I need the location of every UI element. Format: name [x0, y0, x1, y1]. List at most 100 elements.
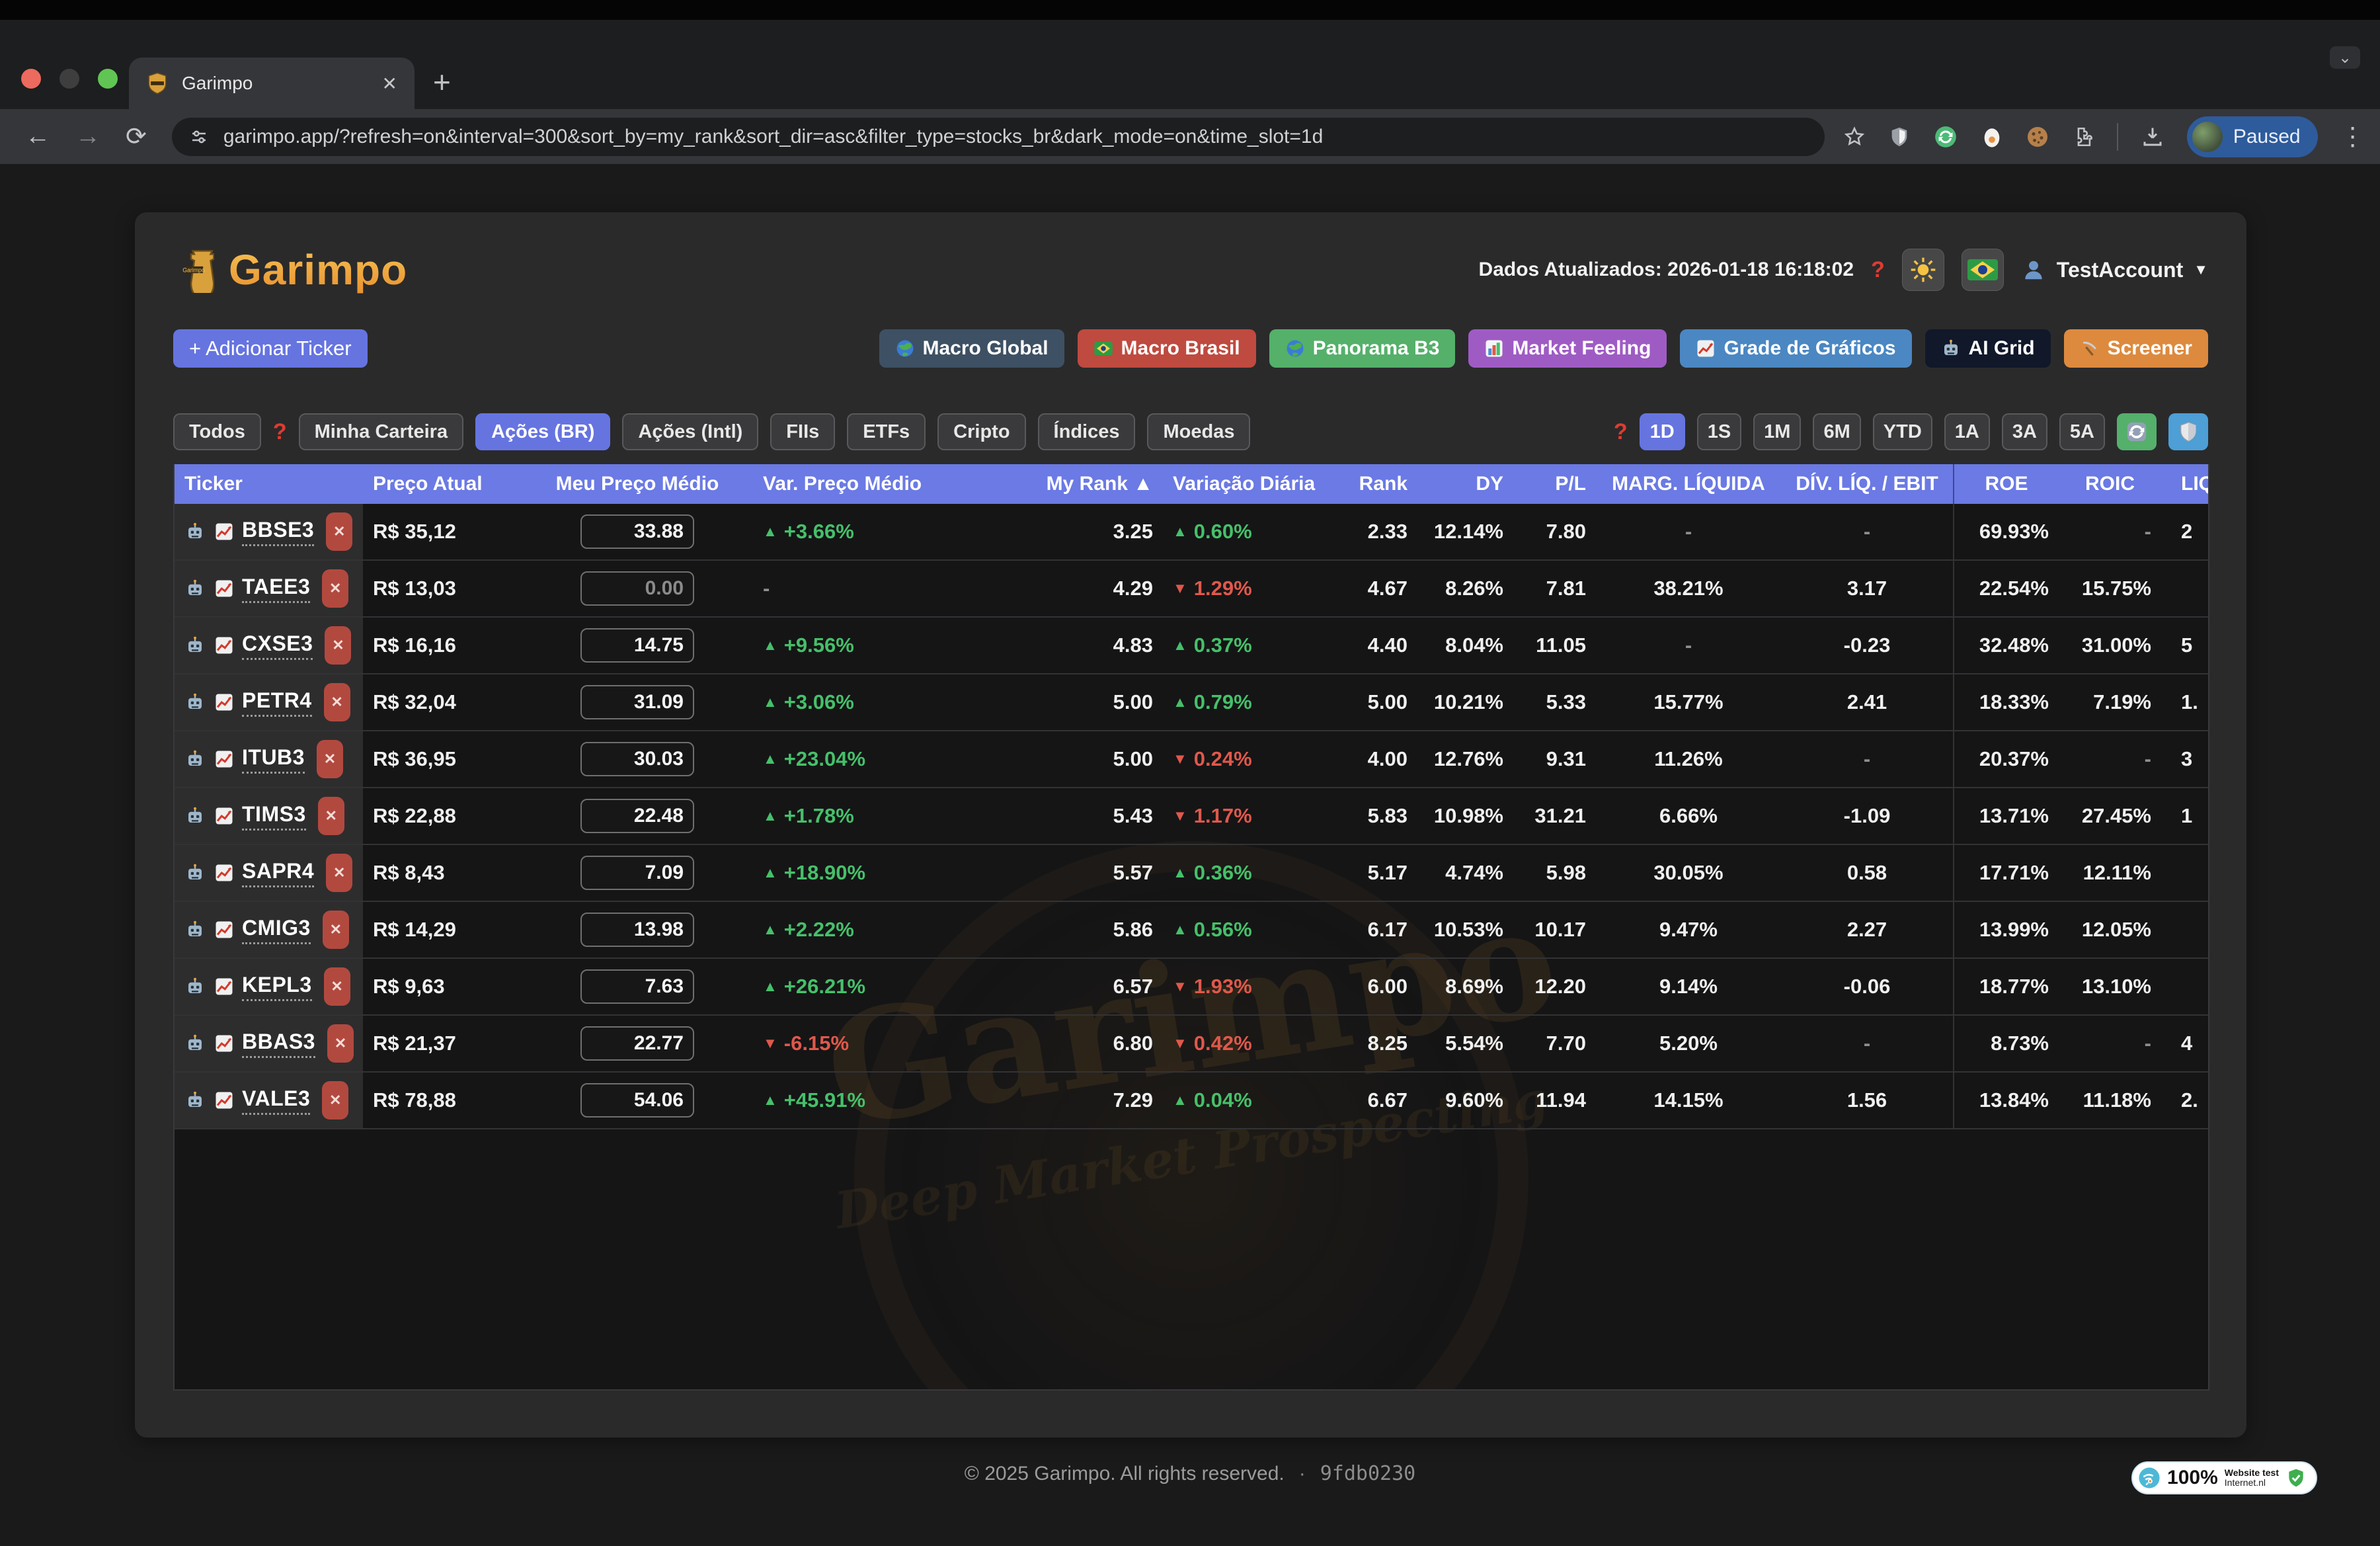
ticker-link[interactable]: ITUB3 [242, 745, 305, 774]
period-3a[interactable]: 3A [2002, 413, 2047, 450]
mini-chart-icon[interactable] [213, 520, 235, 543]
tab-minha-carteira[interactable]: Minha Carteira [299, 413, 463, 450]
updated-help-icon[interactable]: ? [1871, 257, 1885, 283]
nav-button-panorama-b3[interactable]: Panorama B3 [1269, 329, 1456, 368]
theme-toggle-button[interactable] [1902, 249, 1944, 291]
avg-price-input[interactable]: 33.88 [580, 514, 694, 549]
remove-ticker-button[interactable]: ✕ [323, 911, 349, 949]
mini-chart-icon[interactable] [213, 1089, 235, 1112]
tab-a-es-intl-[interactable]: Ações (Intl) [622, 413, 758, 450]
avg-price-input[interactable]: 31.09 [580, 685, 694, 719]
mini-chart-icon[interactable] [213, 918, 235, 941]
period-6m[interactable]: 6M [1813, 413, 1860, 450]
period-ytd[interactable]: YTD [1873, 413, 1932, 450]
tab-todos[interactable]: Todos [173, 413, 261, 450]
avg-price-input[interactable]: 7.09 [580, 856, 694, 890]
tab-fiis[interactable]: FIIs [770, 413, 835, 450]
back-icon[interactable]: ← [25, 122, 50, 151]
ticker-link[interactable]: KEPL3 [242, 973, 312, 1001]
extension-sync-icon[interactable] [1933, 124, 1958, 149]
protection-button[interactable] [2168, 413, 2208, 450]
menu-dots-icon[interactable]: ⋮ [2340, 122, 2365, 151]
robot-icon[interactable] [184, 634, 206, 657]
extension-cookie-icon[interactable] [2026, 125, 2049, 149]
tab-moedas[interactable]: Moedas [1147, 413, 1250, 450]
site-settings-icon[interactable] [189, 127, 209, 147]
period-1s[interactable]: 1S [1697, 413, 1741, 450]
period-1m[interactable]: 1M [1753, 413, 1801, 450]
tab-close-icon[interactable]: ✕ [382, 73, 397, 95]
mini-chart-icon[interactable] [213, 805, 235, 827]
nav-button-screener[interactable]: Screener [2064, 329, 2208, 368]
mini-chart-icon[interactable] [213, 1032, 235, 1055]
mini-chart-icon[interactable] [213, 748, 235, 770]
col-header-13[interactable]: LIQ [2161, 464, 2209, 504]
period-help-icon[interactable]: ? [1614, 419, 1628, 445]
remove-ticker-button[interactable]: ✕ [325, 626, 351, 665]
avg-price-input[interactable]: 22.48 [580, 799, 694, 833]
col-header-11[interactable]: ROE [1953, 464, 2059, 504]
account-menu[interactable]: TestAccount ▼ [2021, 257, 2208, 282]
forward-icon[interactable]: → [75, 122, 100, 151]
profile-paused-button[interactable]: Paused [2187, 116, 2318, 157]
filter-help-icon[interactable]: ? [273, 419, 287, 445]
ticker-link[interactable]: VALE3 [242, 1086, 310, 1115]
tab--ndices[interactable]: Índices [1038, 413, 1136, 450]
tab-cripto[interactable]: Cripto [937, 413, 1025, 450]
ticker-link[interactable]: PETR4 [242, 688, 312, 717]
ticker-link[interactable]: BBAS3 [242, 1030, 315, 1058]
robot-icon[interactable] [184, 1032, 206, 1055]
robot-icon[interactable] [184, 1089, 206, 1112]
extension-egg-icon[interactable] [1981, 124, 2003, 149]
mini-chart-icon[interactable] [213, 634, 235, 657]
add-ticker-button[interactable]: + Adicionar Ticker [173, 329, 368, 368]
col-header-9[interactable]: MARG. LÍQUIDA [1596, 464, 1781, 504]
ticker-link[interactable]: CXSE3 [242, 631, 313, 660]
remove-ticker-button[interactable]: ✕ [327, 1024, 354, 1063]
nav-button-ai-grid[interactable]: AI Grid [1925, 329, 2051, 368]
col-header-6[interactable]: Rank [1331, 464, 1417, 504]
window-close-button[interactable] [21, 69, 41, 89]
col-header-4[interactable]: My Rank ▲ [948, 464, 1163, 504]
mini-chart-icon[interactable] [213, 577, 235, 600]
ticker-link[interactable]: SAPR4 [242, 859, 314, 887]
robot-icon[interactable] [184, 577, 206, 600]
avg-price-input[interactable]: 14.75 [580, 628, 694, 663]
extensions-puzzle-icon[interactable] [2072, 126, 2094, 148]
col-header-2[interactable]: Meu Preço Médio [551, 464, 723, 504]
reload-icon[interactable]: ⟳ [126, 122, 147, 151]
col-header-1[interactable]: Preço Atual [363, 464, 551, 504]
nav-button-grade-de-gr-ficos[interactable]: Grade de Gráficos [1680, 329, 1911, 368]
remove-ticker-button[interactable]: ✕ [324, 683, 350, 721]
downloads-icon[interactable] [2141, 125, 2164, 149]
new-tab-button[interactable]: + [433, 64, 451, 100]
tab-search-button[interactable]: ⌄ [2330, 46, 2360, 69]
col-header-5[interactable]: Variação Diária [1163, 464, 1331, 504]
avg-price-input[interactable]: 7.63 [580, 969, 694, 1004]
ticker-link[interactable]: BBSE3 [242, 518, 314, 546]
remove-ticker-button[interactable]: ✕ [326, 512, 352, 551]
mini-chart-icon[interactable] [213, 975, 235, 998]
remove-ticker-button[interactable]: ✕ [317, 740, 343, 778]
avg-price-input[interactable]: 30.03 [580, 742, 694, 776]
col-header-3[interactable]: Var. Preço Médio [723, 464, 948, 504]
window-zoom-button[interactable] [98, 69, 118, 89]
col-header-12[interactable]: ROIC [2059, 464, 2161, 504]
ticker-link[interactable]: CMIG3 [242, 916, 311, 944]
avg-price-input[interactable]: 54.06 [580, 1083, 694, 1118]
robot-icon[interactable] [184, 520, 206, 543]
remove-ticker-button[interactable]: ✕ [322, 1081, 348, 1119]
period-1a[interactable]: 1A [1944, 413, 1990, 450]
robot-icon[interactable] [184, 975, 206, 998]
avg-price-input[interactable]: 22.77 [580, 1026, 694, 1061]
period-5a[interactable]: 5A [2059, 413, 2105, 450]
robot-icon[interactable] [184, 748, 206, 770]
col-header-10[interactable]: DÍV. LÍQ. / EBIT [1781, 464, 1953, 504]
period-1d[interactable]: 1D [1640, 413, 1685, 450]
col-header-7[interactable]: DY [1417, 464, 1513, 504]
extension-shield-icon[interactable] [1888, 126, 1911, 148]
robot-icon[interactable] [184, 862, 206, 884]
remove-ticker-button[interactable]: ✕ [324, 967, 350, 1006]
ticker-link[interactable]: TIMS3 [242, 802, 306, 831]
remove-ticker-button[interactable]: ✕ [318, 797, 344, 835]
